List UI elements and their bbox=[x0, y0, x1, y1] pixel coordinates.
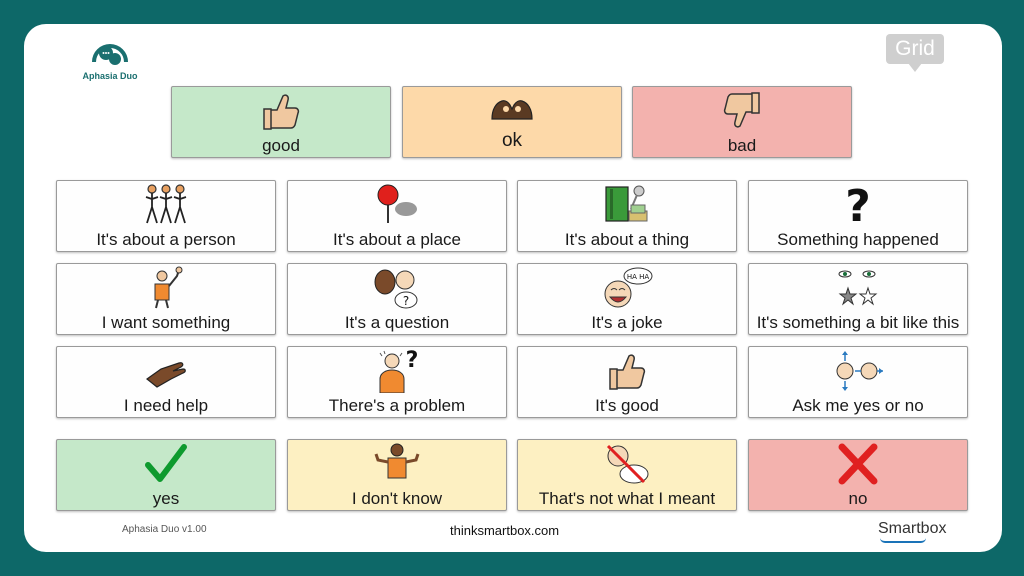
yes-button[interactable]: yes bbox=[56, 439, 276, 511]
joke-label: It's a joke bbox=[591, 313, 663, 332]
about-place-button[interactable]: It's about a place bbox=[287, 180, 507, 252]
want-something-label: I want something bbox=[101, 313, 231, 332]
no-label: no bbox=[848, 489, 868, 508]
logo-text: Aphasia Duo bbox=[82, 71, 138, 81]
something-happened-button[interactable]: ? Something happened bbox=[748, 180, 968, 252]
version-text: Aphasia Duo v1.00 bbox=[122, 524, 207, 535]
helping-hand-icon bbox=[57, 349, 275, 393]
things-icon bbox=[518, 183, 736, 227]
question-mark-icon: ? bbox=[749, 183, 967, 227]
its-good-button[interactable]: It's good bbox=[517, 346, 737, 418]
bit-like-this-button[interactable]: It's something a bit like this bbox=[748, 263, 968, 335]
thumbs-up-icon bbox=[172, 89, 390, 133]
about-place-label: It's about a place bbox=[333, 230, 461, 249]
not-what-i-meant-button[interactable]: That's not what I meant bbox=[517, 439, 737, 511]
cross-icon bbox=[749, 442, 967, 486]
question-faces-icon: ? bbox=[288, 266, 506, 310]
people-icon bbox=[57, 183, 275, 227]
aphasia-duo-logo: Aphasia Duo bbox=[78, 36, 142, 81]
not-meant-icon bbox=[518, 442, 736, 486]
smartbox-logo: Smartbox bbox=[878, 520, 947, 537]
svg-text:HA HA: HA HA bbox=[627, 273, 650, 281]
grid-logo: Grid bbox=[886, 34, 944, 74]
yes-no-faces-icon bbox=[749, 349, 967, 393]
ok-label: ok bbox=[501, 130, 523, 151]
question-label: It's a question bbox=[344, 313, 450, 332]
need-help-button[interactable]: I need help bbox=[56, 346, 276, 418]
joke-button[interactable]: HA HA It's a joke bbox=[517, 263, 737, 335]
website-link[interactable]: thinksmartbox.com bbox=[450, 523, 559, 538]
need-help-label: I need help bbox=[123, 396, 209, 415]
not-what-i-meant-label: That's not what I meant bbox=[538, 489, 716, 508]
chat-bubbles-icon bbox=[92, 44, 128, 65]
problem-label: There's a problem bbox=[328, 396, 466, 415]
bad-button[interactable]: bad bbox=[632, 86, 852, 158]
want-something-button[interactable]: I want something bbox=[56, 263, 276, 335]
ask-yes-no-label: Ask me yes or no bbox=[792, 396, 924, 415]
shrug-icon bbox=[288, 442, 506, 486]
bit-like-this-label: It's something a bit like this bbox=[756, 313, 960, 332]
ok-hands-icon bbox=[403, 89, 621, 129]
person-raising-hand-icon bbox=[57, 266, 275, 310]
svg-text:?: ? bbox=[406, 349, 419, 373]
no-button[interactable]: no bbox=[748, 439, 968, 511]
about-thing-label: It's about a thing bbox=[564, 230, 690, 249]
thumbs-down-icon bbox=[633, 89, 851, 133]
yes-label: yes bbox=[152, 489, 180, 508]
ask-yes-no-button[interactable]: Ask me yes or no bbox=[748, 346, 968, 418]
question-button[interactable]: ? It's a question bbox=[287, 263, 507, 335]
laughing-face-icon: HA HA bbox=[518, 266, 736, 310]
its-good-label: It's good bbox=[595, 396, 659, 415]
map-pin-icon bbox=[288, 183, 506, 227]
smartbox-underline bbox=[880, 538, 926, 543]
about-person-button[interactable]: It's about a person bbox=[56, 180, 276, 252]
grid-logo-text: Grid bbox=[886, 34, 944, 64]
good-label: good bbox=[262, 136, 300, 155]
bad-label: bad bbox=[727, 136, 757, 155]
eyes-stars-icon bbox=[749, 266, 967, 310]
about-person-label: It's about a person bbox=[96, 230, 236, 249]
svg-text:?: ? bbox=[845, 183, 871, 227]
something-happened-label: Something happened bbox=[777, 230, 939, 249]
about-thing-button[interactable]: It's about a thing bbox=[517, 180, 737, 252]
ok-button[interactable]: ok bbox=[402, 86, 622, 158]
problem-person-icon: ? bbox=[288, 349, 506, 393]
dont-know-button[interactable]: I don't know bbox=[287, 439, 507, 511]
thumbs-up-icon bbox=[518, 349, 736, 393]
good-button[interactable]: good bbox=[171, 86, 391, 158]
problem-button[interactable]: ? There's a problem bbox=[287, 346, 507, 418]
dont-know-label: I don't know bbox=[351, 489, 443, 508]
svg-text:?: ? bbox=[403, 294, 409, 308]
check-icon bbox=[57, 442, 275, 486]
